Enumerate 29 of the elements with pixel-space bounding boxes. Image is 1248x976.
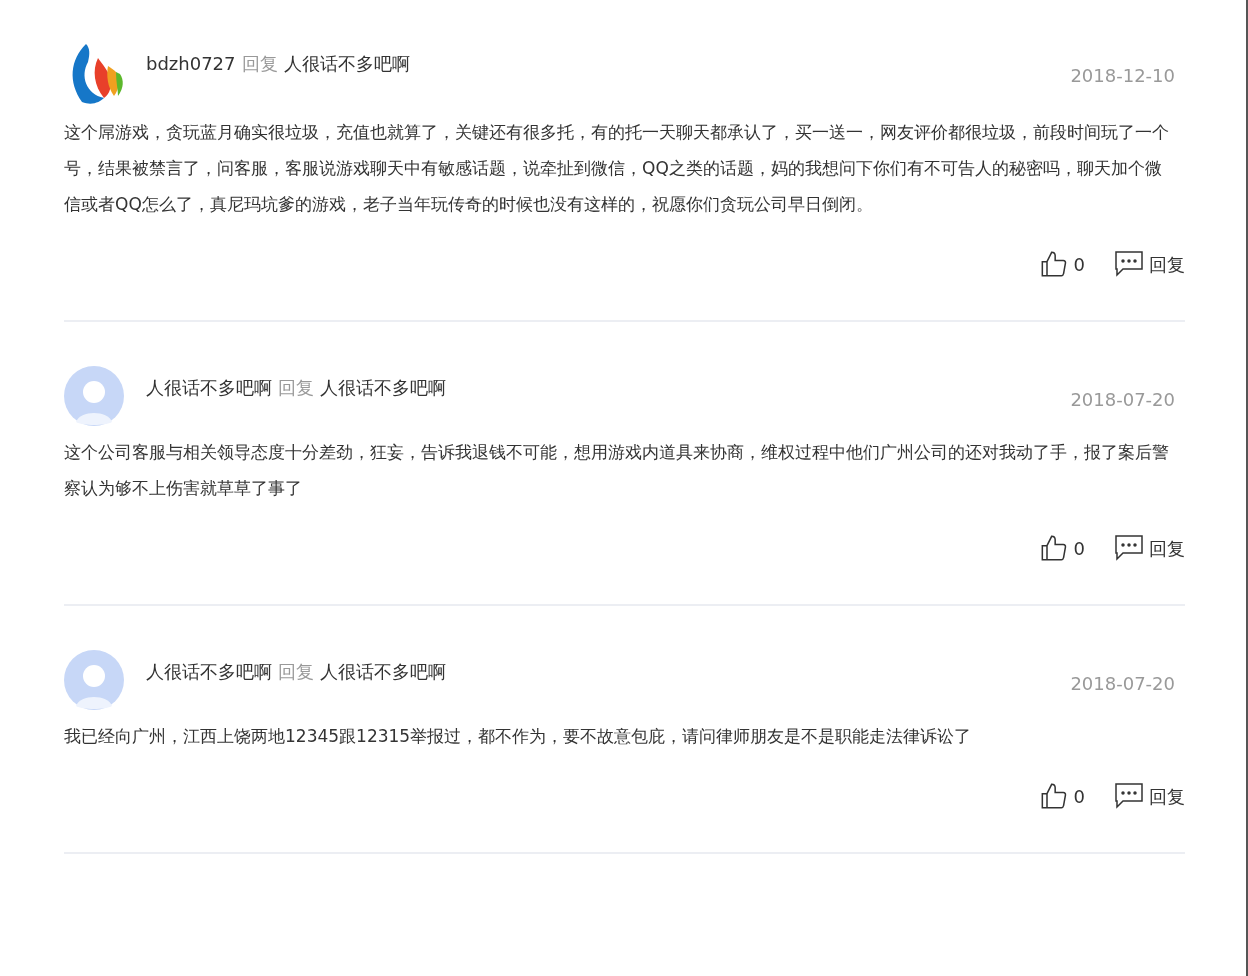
author-name[interactable]: 人很话不多吧啊 (146, 374, 272, 401)
thumbs-up-icon (1039, 782, 1068, 810)
reply-button[interactable]: 回复 (1115, 250, 1185, 278)
comment-icon (1115, 251, 1143, 277)
reply-label: 回复 (278, 376, 314, 400)
comment-date: 2018-12-10 (1070, 64, 1175, 88)
like-button[interactable]: 0 (1039, 250, 1085, 278)
author-name[interactable]: 人很话不多吧啊 (146, 658, 272, 685)
like-button[interactable]: 0 (1039, 534, 1085, 562)
comment-text: 这个公司客服与相关领导态度十分差劲，狂妄，告诉我退钱不可能，想用游戏内道具来协商，维权过程中他们广州公司的还对我动了手，报了案后警察认为够不上伤害就草草了事了 (64, 441, 1170, 500)
comment-icon (1115, 783, 1143, 809)
comment-text: 我已经向广州，江西上饶两地12345跟12315举报过，都不作为，要不故意包庇，请问律师朋友是不是职能走法律诉讼了 (64, 725, 973, 748)
reply-target-name[interactable]: 人很话不多吧啊 (320, 658, 446, 685)
comment-date: 2018-07-20 (1070, 388, 1175, 412)
reply-button[interactable]: 回复 (1115, 782, 1185, 810)
reply-target-name[interactable]: 人很话不多吧啊 (283, 50, 410, 77)
reply-label: 回复 (241, 52, 278, 76)
reply-label: 回复 (278, 660, 314, 684)
avatar-icon (64, 650, 124, 710)
comment-date: 2018-07-20 (1070, 672, 1175, 696)
like-button[interactable]: 0 (1039, 782, 1085, 810)
avatar-icon (64, 366, 124, 426)
comment-text: 这个屌游戏，贪玩蓝月确实很垃圾，充值也就算了，关键还有很多托，有的托一天聊天都承认了，买一送一，网友评价都很垃圾，前段时间玩了一个号，结果被禁言了，问客服，客服说游戏聊天中有敏感话题，说牵扯到微信，QQ之类的话题，妈的我想问下你们有不可告人的秘密吗，聊天加个微信或者QQ怎么了，真尼玛坑爹的游戏，老子当年玩传奇的时候也没有这样的，祝愿你们贪玩公司早日倒闭。 (64, 121, 1170, 216)
reply-button[interactable]: 回复 (1115, 534, 1185, 562)
thumbs-up-icon (1039, 534, 1068, 562)
author-name[interactable]: bdzh0727 (146, 50, 236, 77)
thumbs-up-icon (1039, 250, 1068, 278)
comment-icon (1115, 535, 1143, 561)
reply-target-name[interactable]: 人很话不多吧啊 (320, 374, 446, 401)
